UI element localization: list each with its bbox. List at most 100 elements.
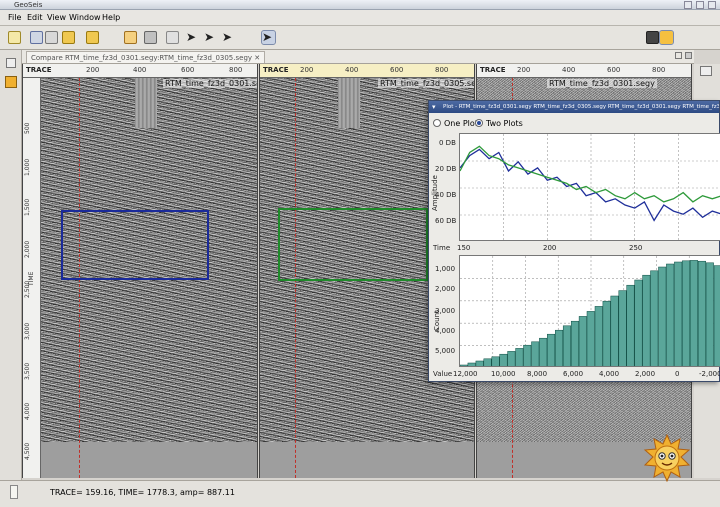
y-tick: 0 DB	[439, 139, 456, 147]
histogram-bar	[562, 325, 571, 366]
below-data-area	[41, 442, 257, 478]
x-tick: 10,000	[491, 370, 516, 378]
menu-file[interactable]: File	[8, 12, 21, 24]
seismic-view-icon[interactable]	[166, 31, 179, 44]
histogram-bar	[515, 348, 524, 366]
trace-axis: TRACE 200 400 600 800	[477, 64, 691, 78]
data-gap	[135, 78, 157, 128]
plot-window[interactable]: Plot - RTM_time_fz3d_0301.segy RTM_time_…	[428, 100, 720, 382]
plot-window-title: Plot - RTM_time_fz3d_0301.segy RTM_time_…	[429, 101, 719, 113]
menu-edit[interactable]: Edit	[27, 12, 43, 24]
save-icon[interactable]	[30, 31, 43, 44]
edit-icon[interactable]	[124, 31, 137, 44]
histogram-bar	[642, 274, 651, 366]
minimize-button[interactable]	[684, 1, 692, 9]
menu-window[interactable]: Window	[69, 12, 101, 24]
trace-tick: 800	[652, 66, 666, 74]
x-axis-label: Time	[433, 244, 451, 252]
histogram-bar	[594, 306, 603, 366]
trace-tick: 400	[345, 66, 359, 74]
histogram-bar	[555, 329, 564, 366]
y-tick: 2,000	[435, 285, 456, 293]
histogram-bar	[531, 341, 540, 366]
window-menu-icon[interactable]: ▾	[432, 103, 436, 111]
x-tick: 6,000	[563, 370, 584, 378]
option-label: One Plot	[444, 119, 478, 128]
histogram-bar	[578, 316, 587, 366]
spectrum-chart[interactable]	[459, 133, 720, 241]
select-tool-icon[interactable]: ➤	[261, 30, 276, 45]
maximize-button[interactable]	[696, 1, 704, 9]
histogram-bar	[626, 284, 635, 366]
time-tick: 4,500	[24, 442, 31, 460]
selection-box-green[interactable]	[278, 208, 428, 281]
series-line-2	[460, 145, 720, 203]
y-tick: 1,000	[435, 265, 456, 273]
toolbar: ➤ ➤ ➤ ➤	[0, 26, 720, 50]
tab-minimize-icon[interactable]	[675, 52, 682, 59]
pan-pointer-icon[interactable]: ➤	[222, 31, 235, 44]
histogram-chart[interactable]	[459, 255, 720, 367]
trace-tick: 600	[607, 66, 621, 74]
histogram-bar	[539, 337, 548, 366]
sun-face-icon	[643, 434, 691, 482]
new-icon[interactable]	[8, 31, 21, 44]
selection-box-blue[interactable]	[61, 210, 209, 280]
x-tick: 200	[543, 244, 557, 252]
layers-icon[interactable]	[144, 31, 157, 44]
time-tick: 3,500	[24, 362, 31, 380]
tab-label: Compare RTM_time_fz3d_0301.segy:RTM_time…	[31, 54, 253, 62]
burst-icon[interactable]	[659, 30, 674, 45]
window-title: GeoSeis	[14, 1, 43, 9]
time-tick: 2,000	[24, 240, 31, 258]
forward-icon[interactable]	[86, 31, 99, 44]
y-tick: 5,000	[435, 347, 456, 355]
series-line-1	[460, 148, 720, 222]
trace-axis-label: TRACE	[263, 66, 289, 74]
print-icon[interactable]	[45, 31, 58, 44]
histogram-bar	[507, 351, 516, 366]
x-tick: 250	[629, 244, 643, 252]
time-axis: 500 1,000 1,500 2,000 2,500 TIME 3,000 3…	[23, 78, 41, 478]
x-tick: 0	[675, 370, 680, 378]
y-tick: 60 DB	[435, 217, 457, 225]
menu-help[interactable]: Help	[102, 12, 120, 24]
histogram-bar	[467, 362, 476, 366]
histogram-bar	[570, 320, 579, 366]
histogram-bar	[483, 358, 492, 366]
histogram-bar	[602, 300, 611, 366]
radio-icon	[433, 119, 441, 127]
trace-tick: 800	[229, 66, 243, 74]
panel-title: RTM_time_fz3d_0301.segy	[163, 79, 257, 88]
below-data-area	[260, 442, 474, 478]
two-plots-option[interactable]: Two Plots	[475, 119, 523, 128]
trace-tick: 200	[300, 66, 314, 74]
one-plot-option[interactable]: One Plot	[433, 119, 478, 128]
histogram-bar	[697, 260, 706, 366]
perspective-icon[interactable]	[646, 31, 659, 44]
pointer-icon[interactable]: ➤	[186, 31, 199, 44]
histogram-bar	[705, 262, 714, 366]
restore-icon[interactable]	[700, 66, 712, 76]
left-tool-strip	[0, 50, 22, 480]
histogram-bar	[499, 353, 508, 366]
y-tick: 4,000	[435, 327, 456, 335]
zoom-pointer-icon[interactable]: ➤	[204, 31, 217, 44]
time-tick: 1,500	[24, 198, 31, 216]
menu-view[interactable]: View	[47, 12, 66, 24]
back-icon[interactable]	[62, 31, 75, 44]
tab-compare[interactable]: Compare RTM_time_fz3d_0301.segy:RTM_time…	[26, 51, 266, 63]
tab-maximize-icon[interactable]	[685, 52, 692, 59]
trace-tick: 400	[133, 66, 147, 74]
radio-selected-icon	[475, 119, 483, 127]
x-tick: 2,000	[635, 370, 656, 378]
view-menu-icon[interactable]	[6, 58, 16, 68]
menubar: File Edit View Window Help	[0, 10, 720, 26]
y-tick: 3,000	[435, 307, 456, 315]
histogram-bar	[658, 266, 667, 366]
time-tick: 500	[24, 122, 31, 134]
tool-icon[interactable]	[5, 76, 17, 88]
status-icon	[10, 485, 18, 499]
seismic-panel-1[interactable]: TRACE 200 400 600 800 500 1,000 1,500 2,…	[22, 64, 258, 478]
close-button[interactable]	[708, 1, 716, 9]
